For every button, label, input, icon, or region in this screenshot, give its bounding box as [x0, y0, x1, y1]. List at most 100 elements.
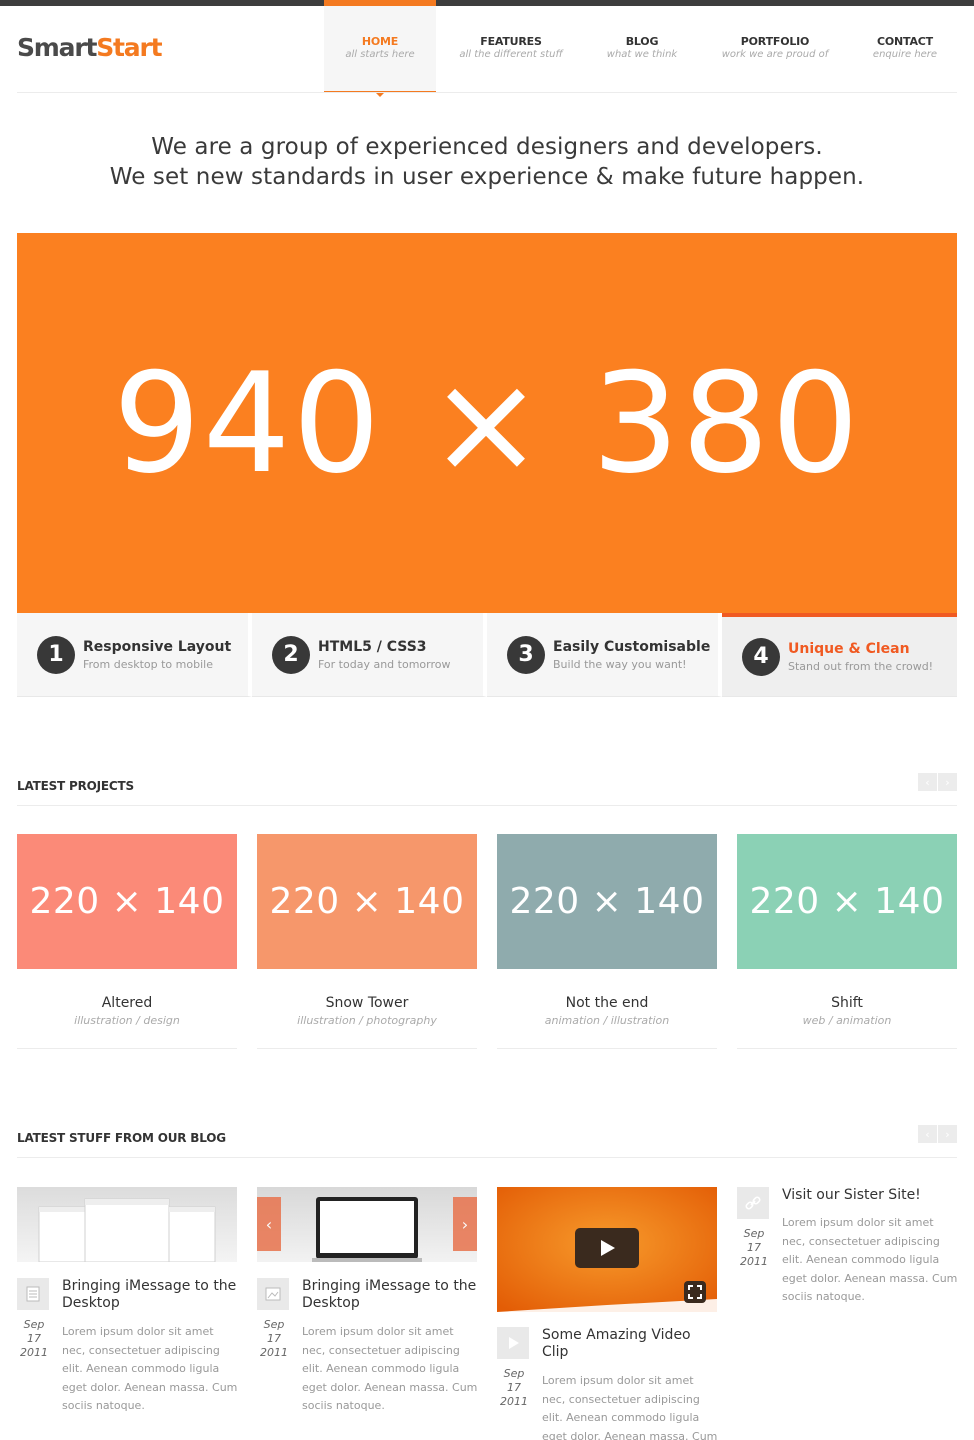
- feature-subtitle: From desktop to mobile: [83, 657, 213, 671]
- post-date-day: 17: [747, 1241, 761, 1254]
- feature-tabs: 1 Responsive Layout From desktop to mobi…: [17, 613, 957, 697]
- post-video-player[interactable]: [497, 1187, 717, 1312]
- fullscreen-icon: [688, 1285, 702, 1299]
- active-caret-icon: [376, 93, 384, 97]
- feature-tab-1[interactable]: 1 Responsive Layout From desktop to mobi…: [17, 613, 252, 697]
- post-date-year: 2011: [20, 1346, 48, 1359]
- post-title[interactable]: Visit our Sister Site!: [782, 1187, 957, 1204]
- laptop-illustration: [257, 1187, 477, 1262]
- project-name[interactable]: Snow Tower: [257, 995, 477, 1011]
- nav-item-blog[interactable]: BLOG what we think: [586, 0, 698, 93]
- post-date-month: Sep: [23, 1318, 45, 1331]
- project-name[interactable]: Shift: [737, 995, 957, 1011]
- project-tags: animation / illustration: [544, 1014, 670, 1027]
- project-thumbnail[interactable]: 220 × 140: [257, 834, 477, 969]
- slider-next-arrow[interactable]: ›: [453, 1197, 477, 1251]
- feature-number-badge: 4: [742, 637, 780, 676]
- hero-slider[interactable]: 940 × 380: [17, 233, 957, 613]
- projects-next-button[interactable]: ›: [938, 773, 957, 791]
- post-date-month: Sep: [743, 1227, 765, 1240]
- projects-section-header: LATEST PROJECTS ‹ ›: [17, 773, 957, 809]
- project-name[interactable]: Altered: [17, 995, 237, 1011]
- project-tags: illustration / design: [74, 1014, 180, 1027]
- nav-item-home[interactable]: HOME all starts here: [324, 0, 436, 97]
- blog-prev-button[interactable]: ‹: [918, 1125, 937, 1143]
- blog-next-button[interactable]: ›: [938, 1125, 957, 1143]
- post-title[interactable]: Some Amazing Video Clip: [542, 1327, 702, 1361]
- nav-label: PORTFOLIO: [740, 35, 810, 48]
- post-date: Sep 17 2011: [737, 1227, 771, 1269]
- post-excerpt: Lorem ipsum dolor sit amet nec, consecte…: [782, 1216, 958, 1303]
- post-format-icon: [497, 1327, 529, 1359]
- section-title: LATEST PROJECTS: [17, 779, 134, 793]
- browser-windows-illustration: [17, 1187, 237, 1263]
- tagline: We are a group of experienced designers …: [0, 132, 974, 192]
- post-date: Sep 17 2011: [17, 1318, 51, 1360]
- header-divider: [17, 92, 957, 93]
- project-name[interactable]: Not the end: [497, 995, 717, 1011]
- nav-label: HOME: [361, 35, 399, 48]
- nav-item-portfolio[interactable]: PORTFOLIO work we are proud of: [698, 0, 852, 93]
- project-card[interactable]: 220 × 140 Not the end animation / illust…: [497, 834, 717, 1049]
- feature-tab-3[interactable]: 3 Easily Customisable Build the way you …: [487, 613, 722, 697]
- post-date: Sep 17 2011: [497, 1367, 531, 1409]
- projects-prev-button[interactable]: ‹: [918, 773, 937, 791]
- nav-item-contact[interactable]: CONTACT enquire here: [852, 0, 958, 93]
- feature-title: Easily Customisable: [553, 638, 711, 655]
- nav-label: BLOG: [625, 35, 659, 48]
- video-play-button[interactable]: [575, 1228, 639, 1268]
- post-excerpt: Lorem ipsum dolor sit amet nec, consecte…: [62, 1325, 238, 1412]
- tagline-line-1: We are a group of experienced designers …: [151, 134, 823, 160]
- post-format-icon: [17, 1278, 49, 1310]
- project-card[interactable]: 220 × 140 Altered illustration / design: [17, 834, 237, 1049]
- feature-number-badge: 3: [507, 635, 545, 674]
- post-date-year: 2011: [500, 1395, 528, 1408]
- project-thumbnail[interactable]: 220 × 140: [497, 834, 717, 969]
- post-date-day: 17: [27, 1332, 41, 1345]
- nav-sublabel: work we are proud of: [721, 49, 829, 60]
- project-divider: [257, 1048, 477, 1049]
- post-image[interactable]: [17, 1187, 237, 1263]
- project-divider: [737, 1048, 957, 1049]
- feature-tab-4[interactable]: 4 Unique & Clean Stand out from the crow…: [722, 613, 957, 697]
- post-format-icon: [257, 1278, 289, 1310]
- logo-part-2: Start: [96, 33, 162, 62]
- project-divider: [17, 1048, 237, 1049]
- tagline-line-2: We set new standards in user experience …: [109, 164, 865, 190]
- nav-sublabel: enquire here: [872, 49, 938, 60]
- fullscreen-button[interactable]: [684, 1281, 706, 1303]
- gallery-icon: [265, 1287, 281, 1301]
- post-date-month: Sep: [263, 1318, 285, 1331]
- post-title[interactable]: Bringing iMessage to the Desktop: [302, 1278, 477, 1312]
- post-date-day: 17: [507, 1381, 521, 1394]
- slider-prev-arrow[interactable]: ‹: [257, 1197, 281, 1251]
- logo[interactable]: SmartStart: [17, 33, 163, 62]
- section-title: LATEST STUFF FROM OUR BLOG: [17, 1131, 226, 1145]
- post-format-icon: [737, 1187, 769, 1219]
- project-card[interactable]: 220 × 140 Shift web / animation: [737, 834, 957, 1049]
- feature-subtitle: Stand out from the crowd!: [788, 659, 934, 673]
- section-divider: [17, 1157, 957, 1158]
- project-thumbnail[interactable]: 220 × 140: [17, 834, 237, 969]
- section-divider: [17, 805, 957, 806]
- nav-sublabel: all starts here: [345, 49, 415, 60]
- nav-label: FEATURES: [480, 35, 542, 48]
- feature-title: Responsive Layout: [83, 638, 232, 655]
- project-divider: [497, 1048, 717, 1049]
- post-date-day: 17: [267, 1332, 281, 1345]
- feature-title: HTML5 / CSS3: [318, 638, 427, 655]
- document-icon: [26, 1286, 40, 1302]
- project-tags: illustration / photography: [297, 1014, 437, 1027]
- feature-tab-2[interactable]: 2 HTML5 / CSS3 For today and tomorrow: [252, 613, 487, 697]
- hero-placeholder-text: 940 × 380: [112, 342, 862, 504]
- project-card[interactable]: 220 × 140 Snow Tower illustration / phot…: [257, 834, 477, 1049]
- nav-label: CONTACT: [877, 35, 933, 48]
- post-gallery-slider[interactable]: [257, 1187, 477, 1262]
- nav-sublabel: what we think: [606, 49, 678, 60]
- link-icon: [745, 1196, 761, 1210]
- nav-item-features[interactable]: FEATURES all the different stuff: [436, 0, 586, 93]
- project-thumbnail[interactable]: 220 × 140: [737, 834, 957, 969]
- post-excerpt: Lorem ipsum dolor sit amet nec, consecte…: [542, 1374, 718, 1440]
- logo-part-1: Smart: [17, 33, 97, 62]
- post-title[interactable]: Bringing iMessage to the Desktop: [62, 1278, 237, 1312]
